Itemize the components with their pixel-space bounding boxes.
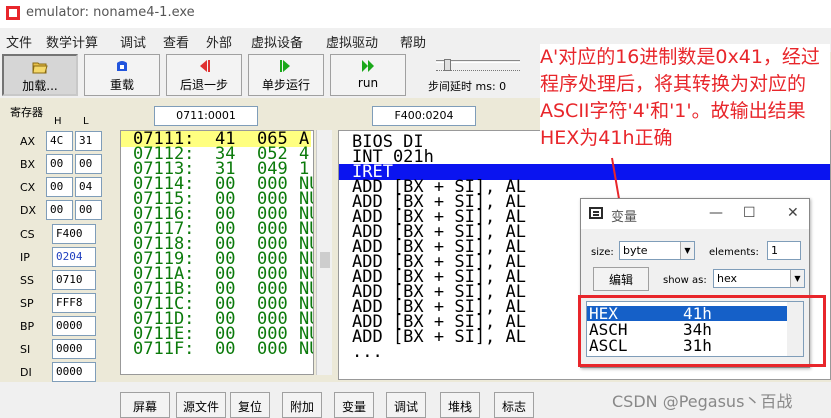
single-step-button[interactable]: 单步运行 <box>248 54 324 96</box>
maximize-icon[interactable]: ☐ <box>743 205 756 221</box>
minimize-icon[interactable]: — <box>709 205 723 221</box>
chevron-down-icon: ▼ <box>680 242 694 259</box>
register-bx-low[interactable]: 00 <box>75 154 102 174</box>
step-back-icon <box>200 60 210 72</box>
register-cx-high[interactable]: 00 <box>46 177 73 197</box>
register-name: AX <box>20 135 36 148</box>
scrollbar-thumb[interactable] <box>320 252 330 268</box>
load-button[interactable]: 加载... <box>2 54 78 96</box>
step-forward-icon <box>280 60 290 72</box>
variables-window-icon <box>589 207 603 219</box>
memory-ch: NU <box>299 339 313 359</box>
reload-icon <box>117 61 127 71</box>
folder-open-icon <box>32 62 48 74</box>
menu-help[interactable]: 帮助 <box>400 32 426 51</box>
register-ip[interactable]: 0204 <box>52 247 96 267</box>
show-as-label: show as: <box>663 275 707 286</box>
memory-hex: 00 <box>215 339 236 359</box>
window-title: emulator: noname4-1.exe <box>26 5 195 20</box>
menu-view[interactable]: 查看 <box>163 32 189 51</box>
reload-button[interactable]: 重载 <box>84 54 160 96</box>
elements-label: elements: <box>709 247 759 258</box>
memory-dec: 000 <box>257 339 288 359</box>
registers-title: 寄存器 <box>10 106 43 119</box>
app-icon <box>6 6 20 20</box>
register-name: BX <box>20 158 36 171</box>
tab-reset[interactable]: 复位 <box>230 392 270 418</box>
register-cx-low[interactable]: 04 <box>75 177 102 197</box>
menu-math[interactable]: 数学计算 <box>46 32 98 51</box>
register-name: BP <box>20 320 35 333</box>
step-delay-slider[interactable]: 步间延时 ms: 0 <box>424 56 534 94</box>
annotation-text: A'对应的16进制数是0x41，经过程序处理后，将其转换为对应的ASCII字符'… <box>540 44 830 152</box>
step-back-button[interactable]: 后退一步 <box>166 54 242 96</box>
menu-debug[interactable]: 调试 <box>120 32 146 51</box>
tab-aux[interactable]: 附加 <box>282 392 322 418</box>
register-bx-high[interactable]: 00 <box>46 154 73 174</box>
memory-address-field[interactable]: 0711:0001 <box>154 106 258 126</box>
memory-row[interactable]: 0711F:00000NU <box>121 339 313 359</box>
tab-flags[interactable]: 标志 <box>494 392 534 418</box>
register-name: SI <box>20 343 31 356</box>
edit-button[interactable]: 编辑 <box>593 267 649 291</box>
register-dx-high[interactable]: 00 <box>46 200 73 220</box>
tab-source[interactable]: 源文件 <box>176 392 226 418</box>
register-name: IP <box>20 251 30 264</box>
memory-addr: 0711F: <box>133 339 195 359</box>
register-bp[interactable]: 0000 <box>52 316 96 336</box>
menu-virtual-devices[interactable]: 虚拟设备 <box>251 32 303 51</box>
register-high-label: H <box>54 116 62 127</box>
close-icon[interactable]: ✕ <box>787 205 799 221</box>
show-as-select[interactable]: hex ▼ <box>713 269 805 288</box>
register-name: CS <box>20 228 35 241</box>
register-name: SS <box>20 274 34 287</box>
watermark: CSDN @Pegasus丶百战 <box>612 392 793 411</box>
register-di[interactable]: 0000 <box>52 362 96 382</box>
register-ss[interactable]: 0710 <box>52 270 96 290</box>
code-address-field[interactable]: F400:0204 <box>372 106 476 126</box>
tab-variables[interactable]: 变量 <box>334 392 374 418</box>
tab-stack[interactable]: 堆栈 <box>440 392 480 418</box>
register-cs[interactable]: F400 <box>52 224 96 244</box>
register-name: SP <box>20 297 34 310</box>
register-si[interactable]: 0000 <box>52 339 96 359</box>
register-dx-low[interactable]: 00 <box>75 200 102 220</box>
tab-debug[interactable]: 调试 <box>386 392 426 418</box>
memory-scrollbar[interactable] <box>316 130 332 375</box>
register-sp[interactable]: FFF8 <box>52 293 96 313</box>
run-button[interactable]: run <box>330 54 406 96</box>
size-label: size: <box>591 247 614 258</box>
menu-external[interactable]: 外部 <box>206 32 232 51</box>
memory-list[interactable]: 07111: 41 065 A 07112: 34 052 4 07113: 31 049 1 0711… <box>120 130 314 375</box>
step-delay-label: 步间延时 ms: 0 <box>428 80 507 93</box>
register-name: DI <box>20 366 32 379</box>
tab-screen[interactable]: 屏幕 <box>120 392 170 418</box>
chevron-down-icon: ▼ <box>790 270 804 287</box>
register-ax-low[interactable]: 31 <box>75 131 102 151</box>
variables-title: 变量 <box>611 210 638 225</box>
variables-titlebar: 变量 — ☐ ✕ <box>581 199 809 229</box>
register-name: DX <box>20 204 37 217</box>
menu-virtual-drives[interactable]: 虚拟驱动 <box>326 32 378 51</box>
menu-file[interactable]: 文件 <box>6 32 32 51</box>
size-select[interactable]: byte ▼ <box>619 241 695 260</box>
title-bar: emulator: noname4-1.exe <box>0 0 831 28</box>
register-name: CX <box>20 181 36 194</box>
highlight-box <box>578 295 826 367</box>
register-low-label: L <box>83 116 89 127</box>
elements-field[interactable]: 1 <box>767 241 801 260</box>
run-icon <box>362 60 374 72</box>
register-ax-high[interactable]: 4C <box>46 131 73 151</box>
